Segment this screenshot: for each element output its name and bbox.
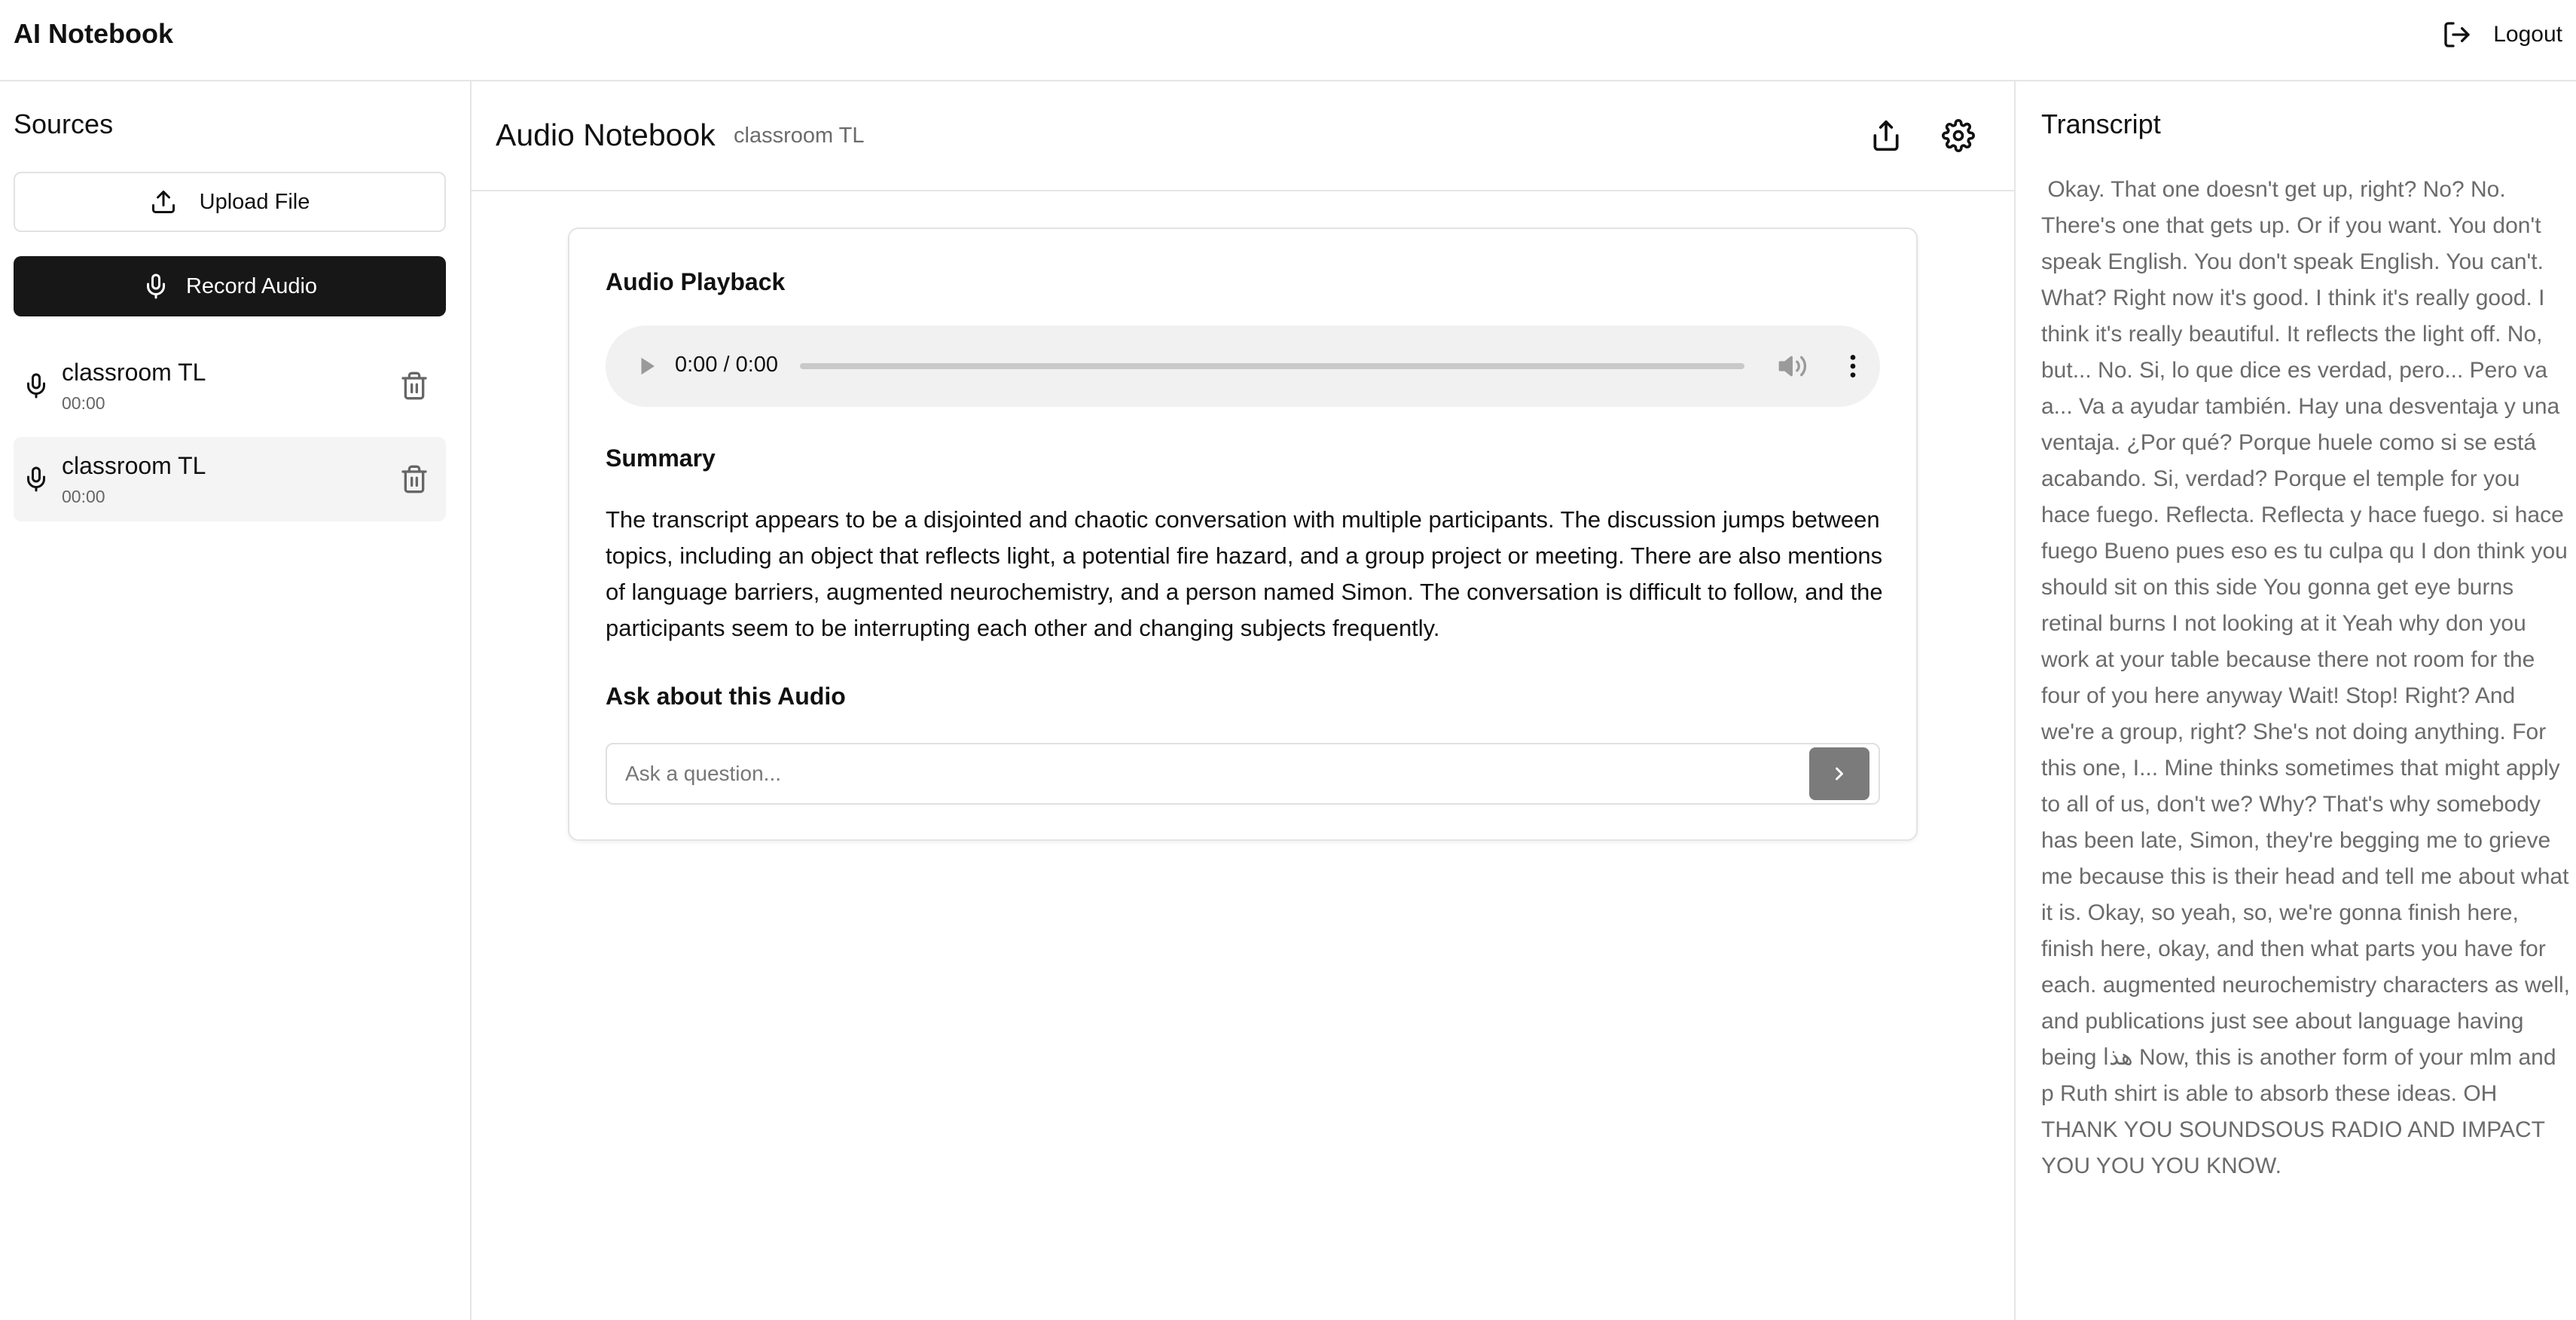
notebook-header: Audio Notebook classroom TL — [472, 81, 2014, 191]
volume-icon[interactable] — [1778, 351, 1808, 381]
transcript-text: Okay. That one doesn't get up, right? No… — [2041, 177, 2576, 1178]
audio-card: Audio Playback 0:00 / 0:00 Summary The t… — [568, 228, 1918, 841]
top-bar: AI Notebook Logout — [0, 0, 2576, 81]
share-icon[interactable] — [1869, 119, 1903, 152]
audio-playback-title: Audio Playback — [606, 268, 786, 295]
trash-icon[interactable] — [399, 464, 429, 494]
notebook-main: Audio Notebook classroom TL Audio Playba… — [472, 81, 2014, 1320]
play-icon[interactable] — [636, 354, 658, 378]
logout-label: Logout — [2493, 22, 2562, 47]
microphone-icon — [146, 273, 165, 299]
logout-button[interactable]: Logout — [2442, 15, 2562, 54]
transcript-title: Transcript — [2041, 108, 2161, 139]
audio-player[interactable]: 0:00 / 0:00 — [606, 325, 1880, 407]
source-name: classroom TL — [62, 452, 206, 479]
source-duration: 00:00 — [62, 487, 105, 506]
upload-file-label: Upload File — [199, 189, 310, 214]
app-title: AI Notebook — [14, 18, 173, 49]
sources-sidebar: Sources Upload File Record Audio classro… — [0, 81, 472, 1320]
microphone-icon — [27, 373, 45, 399]
page-title: Audio Notebook — [496, 118, 716, 152]
ask-form — [606, 743, 1880, 805]
ask-title: Ask about this Audio — [606, 683, 846, 710]
record-audio-label: Record Audio — [185, 273, 318, 298]
gear-icon[interactable] — [1942, 119, 1975, 152]
sources-title: Sources — [14, 108, 114, 139]
send-button[interactable] — [1809, 747, 1869, 800]
source-duration: 00:00 — [62, 393, 105, 413]
summary-title: Summary — [606, 445, 716, 472]
upload-file-button[interactable]: Upload File — [14, 172, 446, 232]
summary-text: The transcript appears to be a disjointe… — [606, 506, 1883, 641]
logout-icon — [2444, 22, 2470, 47]
audio-progress-track[interactable] — [800, 363, 1744, 369]
source-item[interactable]: classroom TL 00:00 — [14, 437, 446, 521]
record-audio-button[interactable]: Record Audio — [14, 256, 446, 316]
source-item[interactable]: classroom TL 00:00 — [14, 344, 446, 428]
chevron-right-icon — [1836, 767, 1843, 781]
page-subtitle: classroom TL — [734, 124, 865, 148]
ask-question-input[interactable] — [625, 755, 1755, 793]
microphone-icon — [27, 466, 45, 492]
more-vertical-icon[interactable] — [1838, 351, 1868, 381]
upload-icon — [151, 191, 175, 213]
trash-icon[interactable] — [399, 371, 429, 401]
source-name: classroom TL — [62, 359, 206, 386]
audio-time: 0:00 / 0:00 — [675, 353, 779, 377]
transcript-panel: Transcript Okay. That one doesn't get up… — [2014, 81, 2576, 1320]
